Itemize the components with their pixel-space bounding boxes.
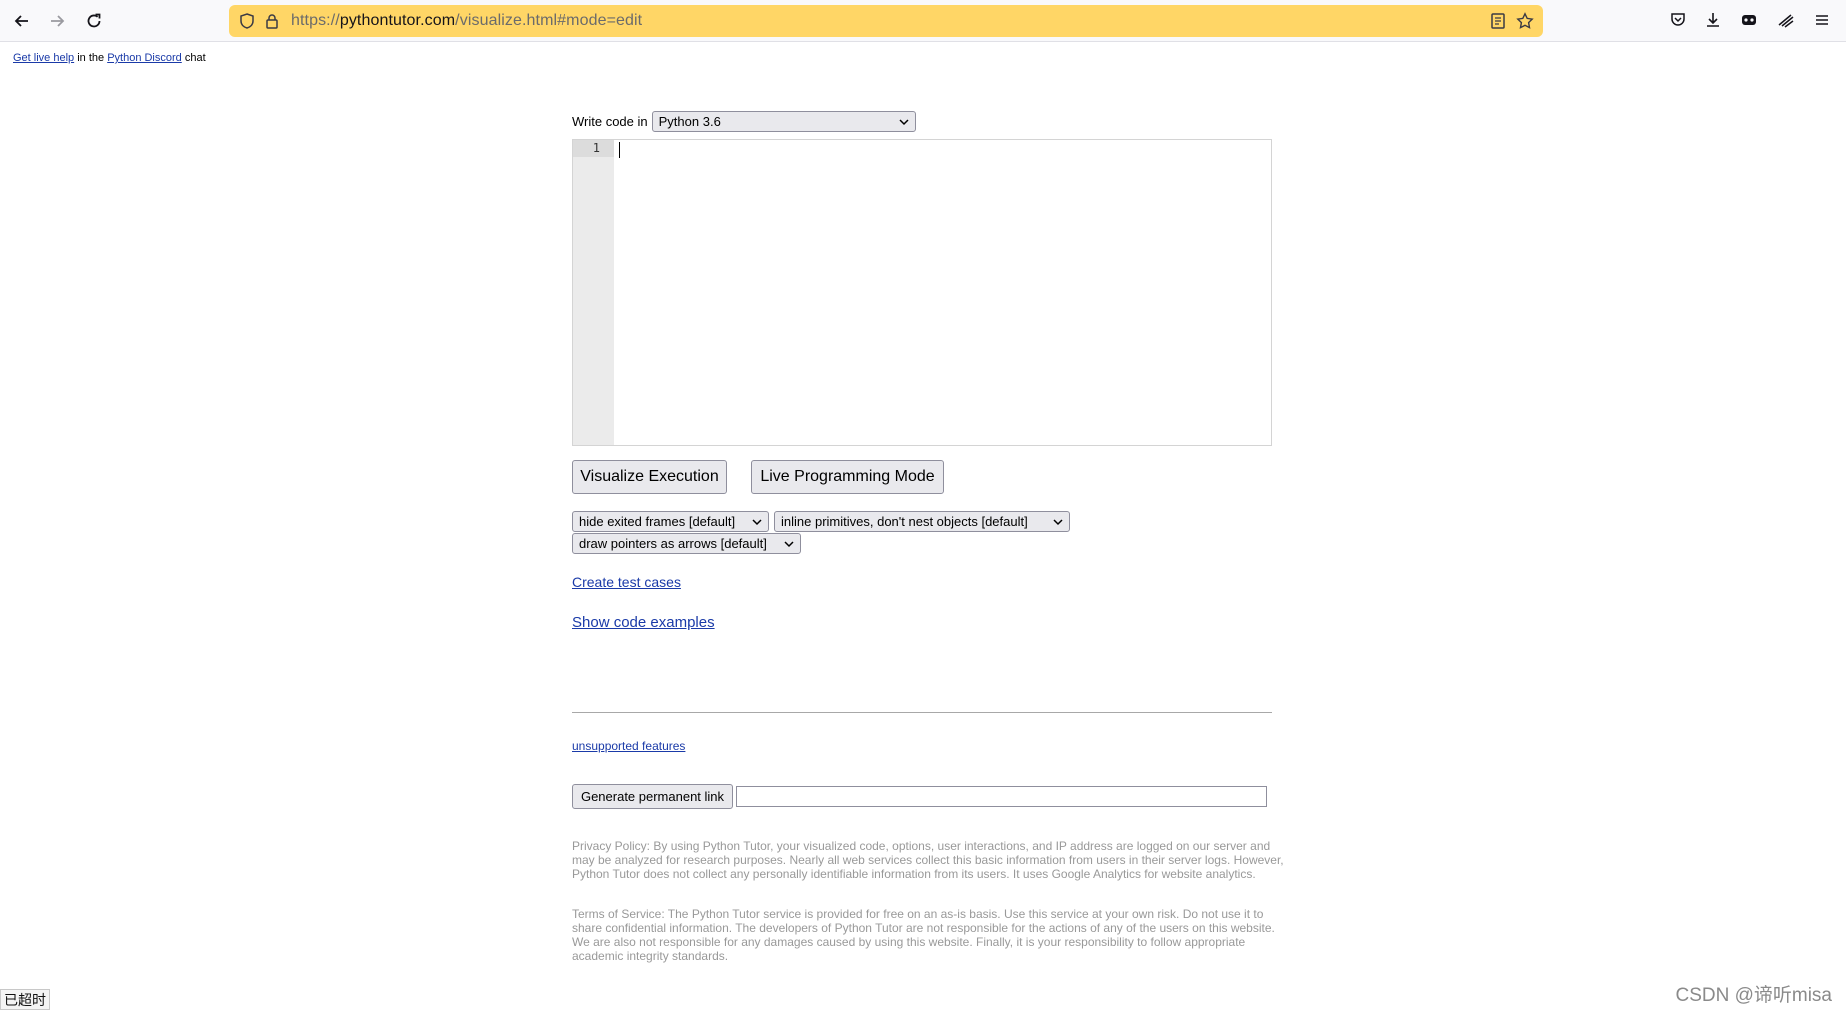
watermark: CSDN @谛听misa bbox=[1675, 985, 1832, 1006]
language-row: Write code in Python 3.6 bbox=[572, 111, 916, 132]
divider bbox=[572, 712, 1272, 713]
download-icon bbox=[1707, 13, 1719, 27]
privacy-policy-text: Privacy Policy: By using Python Tutor, y… bbox=[572, 839, 1284, 881]
lock-icon[interactable] bbox=[263, 12, 281, 30]
url-text[interactable]: https://pythontutor.com/visualize.html#m… bbox=[291, 12, 642, 30]
pocket-button[interactable] bbox=[1666, 8, 1690, 32]
menu-button[interactable] bbox=[1810, 8, 1834, 32]
editor-gutter bbox=[573, 140, 614, 445]
text-cursor bbox=[619, 142, 620, 158]
mask-icon bbox=[1742, 15, 1756, 25]
generate-permanent-link-button[interactable]: Generate permanent link bbox=[572, 784, 733, 809]
private-browsing-button[interactable] bbox=[1737, 8, 1761, 32]
get-live-help-link[interactable]: Get live help bbox=[13, 52, 74, 64]
live-help-line: Get live help in the Python Discord chat bbox=[13, 52, 206, 64]
url-prefix: https:// bbox=[291, 12, 340, 29]
forward-arrow-icon bbox=[51, 15, 65, 27]
line-number: 1 bbox=[573, 140, 614, 157]
timeout-status: 已超时 bbox=[0, 989, 50, 1010]
language-select[interactable]: Python 3.6 bbox=[651, 111, 916, 132]
permanent-link-input[interactable] bbox=[736, 786, 1267, 807]
browser-toolbar: https://pythontutor.com/visualize.html#m… bbox=[0, 0, 1846, 42]
frames-option-select[interactable]: hide exited frames [default] bbox=[572, 511, 769, 532]
bookmark-star-icon[interactable] bbox=[1516, 12, 1534, 30]
terms-of-service-text: Terms of Service: The Python Tutor servi… bbox=[572, 907, 1275, 963]
help-text-1: in the bbox=[74, 52, 108, 64]
reload-button[interactable] bbox=[79, 6, 109, 36]
pointers-option-select[interactable]: draw pointers as arrows [default] bbox=[572, 533, 801, 554]
extension-icon bbox=[1778, 14, 1794, 28]
chevron-down-icon bbox=[1053, 518, 1063, 525]
downloads-button[interactable] bbox=[1701, 8, 1725, 32]
forward-button[interactable] bbox=[42, 6, 72, 36]
hamburger-menu-icon bbox=[1816, 15, 1828, 25]
primitives-option-value: inline primitives, don't nest objects [d… bbox=[781, 514, 1028, 529]
reader-view-icon[interactable] bbox=[1489, 12, 1507, 30]
pointers-option-value: draw pointers as arrows [default] bbox=[579, 536, 767, 551]
shield-icon[interactable] bbox=[238, 12, 256, 30]
primitives-option-select[interactable]: inline primitives, don't nest objects [d… bbox=[774, 511, 1070, 532]
reload-icon bbox=[87, 13, 101, 28]
create-test-cases-link[interactable]: Create test cases bbox=[572, 574, 681, 590]
chevron-down-icon bbox=[899, 118, 909, 125]
chevron-down-icon bbox=[784, 540, 794, 547]
python-discord-link[interactable]: Python Discord bbox=[107, 52, 182, 64]
live-programming-button[interactable]: Live Programming Mode bbox=[751, 460, 944, 494]
frames-option-value: hide exited frames [default] bbox=[579, 514, 736, 529]
chevron-down-icon bbox=[752, 518, 762, 525]
language-value: Python 3.6 bbox=[658, 114, 721, 129]
back-arrow-icon bbox=[14, 15, 28, 27]
show-code-examples-link[interactable]: Show code examples bbox=[572, 614, 715, 631]
address-bar[interactable]: https://pythontutor.com/visualize.html#m… bbox=[229, 5, 1543, 37]
code-editor[interactable]: 1 bbox=[572, 139, 1272, 446]
help-text-2: chat bbox=[181, 52, 206, 64]
visualize-execution-button[interactable]: Visualize Execution bbox=[572, 460, 727, 494]
url-domain: pythontutor.com bbox=[339, 12, 456, 29]
pocket-icon bbox=[1671, 13, 1685, 26]
unsupported-features-link[interactable]: unsupported features bbox=[572, 739, 685, 753]
back-button[interactable] bbox=[7, 6, 37, 36]
extensions-button[interactable] bbox=[1774, 8, 1798, 32]
url-path: /visualize.html#mode=edit bbox=[455, 12, 643, 29]
write-code-label: Write code in bbox=[572, 114, 648, 129]
